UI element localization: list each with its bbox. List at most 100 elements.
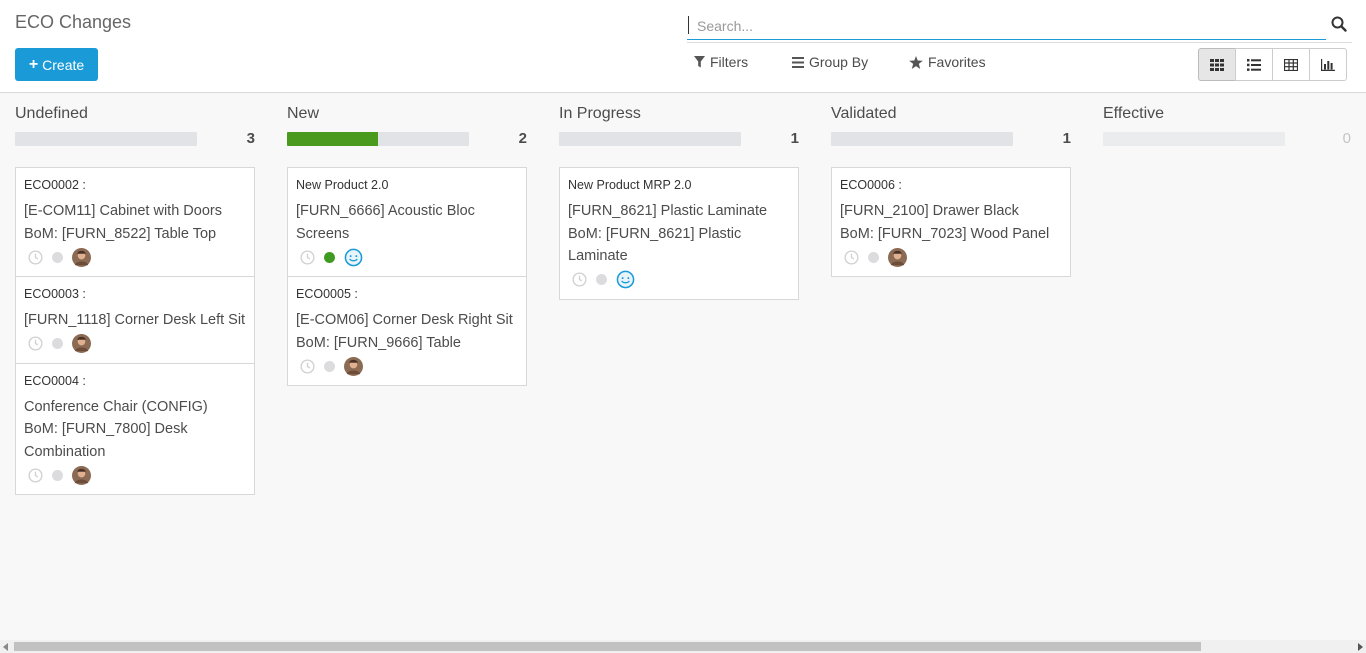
column-title[interactable]: Effective bbox=[1103, 105, 1164, 123]
card-footer bbox=[296, 246, 518, 268]
horizontal-scrollbar[interactable] bbox=[0, 640, 1366, 653]
column-count: 2 bbox=[518, 130, 527, 147]
card-footer bbox=[24, 246, 246, 268]
table-icon bbox=[1284, 58, 1298, 71]
kanban-icon bbox=[1210, 58, 1224, 71]
list-view-button[interactable] bbox=[1235, 48, 1273, 81]
kanban-card[interactable]: ECO0004 : Conference Chair (CONFIG) BoM:… bbox=[16, 362, 254, 494]
card-bom: BoM: [FURN_7800] Desk Combination bbox=[24, 421, 188, 460]
card-product: [FURN_8621] Plastic Laminate bbox=[568, 203, 768, 219]
column-progress-bar bbox=[831, 132, 1013, 146]
card-reference: New Product 2.0 bbox=[296, 178, 389, 192]
pivot-view-button[interactable] bbox=[1272, 48, 1310, 81]
page-title: ECO Changes bbox=[15, 12, 132, 32]
create-button[interactable]: + Create bbox=[15, 48, 98, 81]
search-bar bbox=[687, 12, 1352, 43]
column-progress-bar bbox=[287, 132, 469, 146]
kanban-card[interactable]: New Product 2.0 [FURN_6666] Acoustic Blo… bbox=[288, 168, 526, 276]
card-bom: BoM: [FURN_8522] Table Top bbox=[24, 225, 217, 242]
column-title[interactable]: Validated bbox=[831, 105, 897, 123]
card-list: ECO0002 : [E-COM11] Cabinet with Doors B… bbox=[15, 167, 255, 495]
card-product: [FURN_2100] Drawer Black bbox=[840, 203, 1019, 219]
column-progress-bar bbox=[1103, 132, 1285, 146]
status-dot[interactable] bbox=[52, 469, 63, 481]
card-bom: BoM: [FURN_9666] Table bbox=[296, 334, 461, 351]
view-switcher bbox=[1198, 48, 1347, 81]
bars-icon bbox=[792, 56, 804, 68]
scrollbar-thumb[interactable] bbox=[14, 642, 1201, 651]
card-reference: ECO0005 : bbox=[296, 287, 358, 301]
card-product: [FURN_6666] Acoustic Bloc Screens bbox=[296, 203, 475, 242]
card-list: New Product MRP 2.0 [FURN_8621] Plastic … bbox=[559, 167, 799, 300]
card-footer bbox=[296, 355, 518, 377]
column-count: 1 bbox=[1062, 130, 1071, 147]
text-cursor bbox=[688, 16, 689, 34]
list-icon bbox=[1247, 58, 1261, 71]
scroll-left-arrow-icon[interactable] bbox=[3, 643, 8, 651]
kanban-card[interactable]: ECO0003 : [FURN_1118] Corner Desk Left S… bbox=[16, 276, 254, 363]
card-list: ECO0006 : [FURN_2100] Drawer Black BoM: … bbox=[831, 167, 1071, 277]
clock-icon[interactable] bbox=[300, 249, 315, 265]
column-count: 3 bbox=[246, 130, 255, 147]
filter-icon bbox=[694, 56, 705, 68]
column-count: 1 bbox=[790, 130, 799, 147]
kanban-card[interactable]: New Product MRP 2.0 [FURN_8621] Plastic … bbox=[560, 168, 798, 299]
smiley-icon bbox=[344, 248, 363, 266]
card-list: New Product 2.0 [FURN_6666] Acoustic Blo… bbox=[287, 167, 527, 386]
search-icon[interactable] bbox=[1330, 15, 1348, 33]
card-reference: ECO0004 : bbox=[24, 373, 86, 388]
kanban-card[interactable]: ECO0006 : [FURN_2100] Drawer Black BoM: … bbox=[832, 168, 1070, 276]
progress-fill[interactable] bbox=[287, 132, 378, 146]
status-dot[interactable] bbox=[324, 360, 335, 372]
favorites-label: Favorites bbox=[928, 54, 986, 70]
status-dot[interactable] bbox=[52, 251, 63, 263]
card-footer bbox=[24, 464, 246, 486]
card-reference: ECO0006 : bbox=[840, 178, 902, 192]
control-panel: ECO Changes + Create Filters Group By Fa… bbox=[0, 0, 1366, 93]
card-product: [E-COM11] Cabinet with Doors bbox=[24, 203, 222, 219]
card-reference: New Product MRP 2.0 bbox=[568, 178, 692, 192]
create-button-label: Create bbox=[42, 56, 85, 73]
group-by-label: Group By bbox=[809, 54, 869, 70]
user-avatar bbox=[888, 247, 907, 267]
user-avatar bbox=[344, 356, 363, 376]
card-product: [FURN_1118] Corner Desk Left Sit bbox=[24, 312, 246, 328]
user-avatar bbox=[72, 334, 91, 353]
smiley-icon bbox=[616, 270, 635, 289]
filters-label: Filters bbox=[710, 54, 749, 70]
card-footer bbox=[568, 269, 790, 291]
scroll-right-arrow-icon[interactable] bbox=[1358, 643, 1363, 651]
column-count: 0 bbox=[1342, 130, 1351, 147]
group-by-dropdown[interactable]: Group By bbox=[792, 54, 868, 70]
status-dot[interactable] bbox=[324, 251, 335, 263]
plus-icon: + bbox=[28, 55, 39, 73]
search-input[interactable] bbox=[687, 12, 1326, 40]
clock-icon[interactable] bbox=[844, 249, 859, 265]
clock-icon[interactable] bbox=[28, 336, 43, 351]
column-title[interactable]: In Progress bbox=[559, 105, 641, 123]
filters-dropdown[interactable]: Filters bbox=[694, 54, 748, 70]
column-progress-bar bbox=[15, 132, 197, 146]
card-reference: ECO0002 : bbox=[24, 178, 86, 192]
user-avatar bbox=[72, 247, 91, 267]
bar-chart-icon bbox=[1321, 58, 1335, 71]
clock-icon[interactable] bbox=[28, 249, 43, 265]
clock-icon[interactable] bbox=[28, 467, 43, 483]
column-title[interactable]: Undefined bbox=[15, 105, 88, 123]
star-icon bbox=[909, 55, 923, 69]
favorites-dropdown[interactable]: Favorites bbox=[909, 54, 986, 70]
status-dot[interactable] bbox=[868, 251, 879, 263]
status-dot[interactable] bbox=[596, 274, 607, 285]
status-dot[interactable] bbox=[52, 338, 63, 349]
column-title[interactable]: New bbox=[287, 105, 319, 123]
card-bom: BoM: [FURN_8621] Plastic Laminate bbox=[568, 225, 742, 265]
clock-icon[interactable] bbox=[300, 358, 315, 374]
clock-icon[interactable] bbox=[572, 272, 587, 287]
column-progress-bar bbox=[559, 132, 741, 146]
kanban-card[interactable]: ECO0002 : [E-COM11] Cabinet with Doors B… bbox=[16, 168, 254, 276]
card-product: Conference Chair (CONFIG) bbox=[24, 398, 208, 415]
user-avatar bbox=[72, 465, 91, 485]
graph-view-button[interactable] bbox=[1309, 48, 1347, 81]
kanban-card[interactable]: ECO0005 : [E-COM06] Corner Desk Right Si… bbox=[288, 276, 526, 385]
kanban-view-button[interactable] bbox=[1198, 48, 1236, 81]
